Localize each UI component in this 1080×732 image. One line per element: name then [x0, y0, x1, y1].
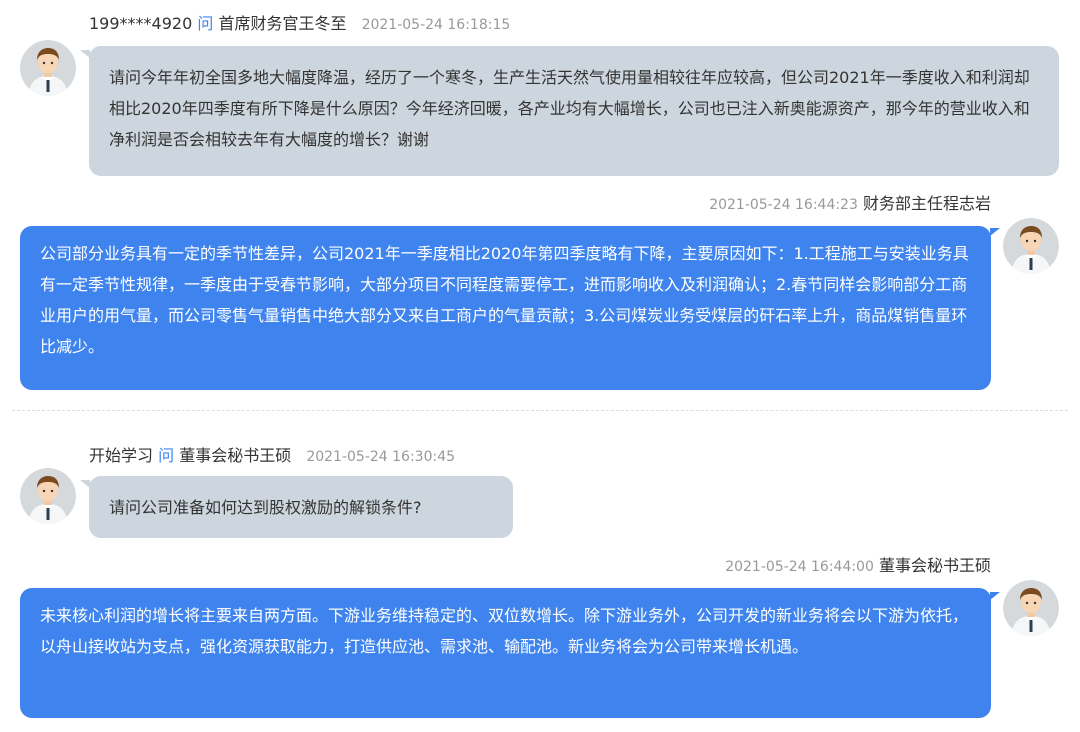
person-avatar-icon[interactable] [1003, 218, 1059, 274]
person-avatar-icon[interactable] [1003, 580, 1059, 636]
question-time: 2021-05-24 16:18:15 [361, 17, 511, 33]
ask-label: 问 [158, 446, 175, 465]
question-text: 请问公司准备如何达到股权激励的解锁条件? [109, 498, 422, 517]
person-avatar-icon[interactable] [20, 40, 76, 96]
question-bubble: 请问公司准备如何达到股权激励的解锁条件? [89, 476, 513, 538]
bubble-tail [990, 228, 1000, 236]
answer-bubble: 未来核心利润的增长将主要来自两方面。下游业务维持稳定的、双位数增长。除下游业务外… [20, 588, 991, 718]
person-avatar-icon[interactable] [20, 468, 76, 524]
answer-meta: 2021-05-24 16:44:23 财务部主任程志岩 [709, 194, 991, 215]
responder-name: 财务部主任程志岩 [862, 194, 991, 213]
thread-divider [12, 410, 1068, 411]
answer-meta: 2021-05-24 16:44:00 董事会秘书王硕 [725, 556, 991, 577]
question-target[interactable]: 首席财务官王冬至 [218, 14, 346, 33]
question-target[interactable]: 董事会秘书王硕 [179, 446, 291, 465]
responder-name: 董事会秘书王硕 [878, 556, 991, 575]
answer-text: 公司部分业务具有一定的季节性差异，公司2021年一季度相比2020年第四季度略有… [40, 244, 969, 356]
asker-name[interactable]: 开始学习 [89, 446, 153, 465]
question-text: 请问今年年初全国多地大幅度降温，经历了一个寒冬，生产生活天然气使用量相较往年应较… [109, 68, 1030, 149]
question-meta: 开始学习 问 董事会秘书王硕 2021-05-24 16:30:45 [89, 446, 455, 467]
answer-time: 2021-05-24 16:44:23 [709, 197, 858, 213]
qa-page: 199****4920 问 首席财务官王冬至 2021-05-24 16:18:… [0, 0, 1080, 732]
asker-name[interactable]: 199****4920 [89, 14, 192, 33]
question-bubble: 请问今年年初全国多地大幅度降温，经历了一个寒冬，生产生活天然气使用量相较往年应较… [89, 46, 1059, 176]
answer-bubble: 公司部分业务具有一定的季节性差异，公司2021年一季度相比2020年第四季度略有… [20, 226, 991, 390]
question-meta: 199****4920 问 首席财务官王冬至 2021-05-24 16:18:… [89, 14, 510, 35]
bubble-tail [990, 592, 1000, 600]
answer-time: 2021-05-24 16:44:00 [725, 559, 874, 575]
question-time: 2021-05-24 16:30:45 [306, 449, 456, 465]
answer-text: 未来核心利润的增长将主要来自两方面。下游业务维持稳定的、双位数增长。除下游业务外… [40, 606, 969, 656]
ask-label: 问 [197, 14, 214, 33]
